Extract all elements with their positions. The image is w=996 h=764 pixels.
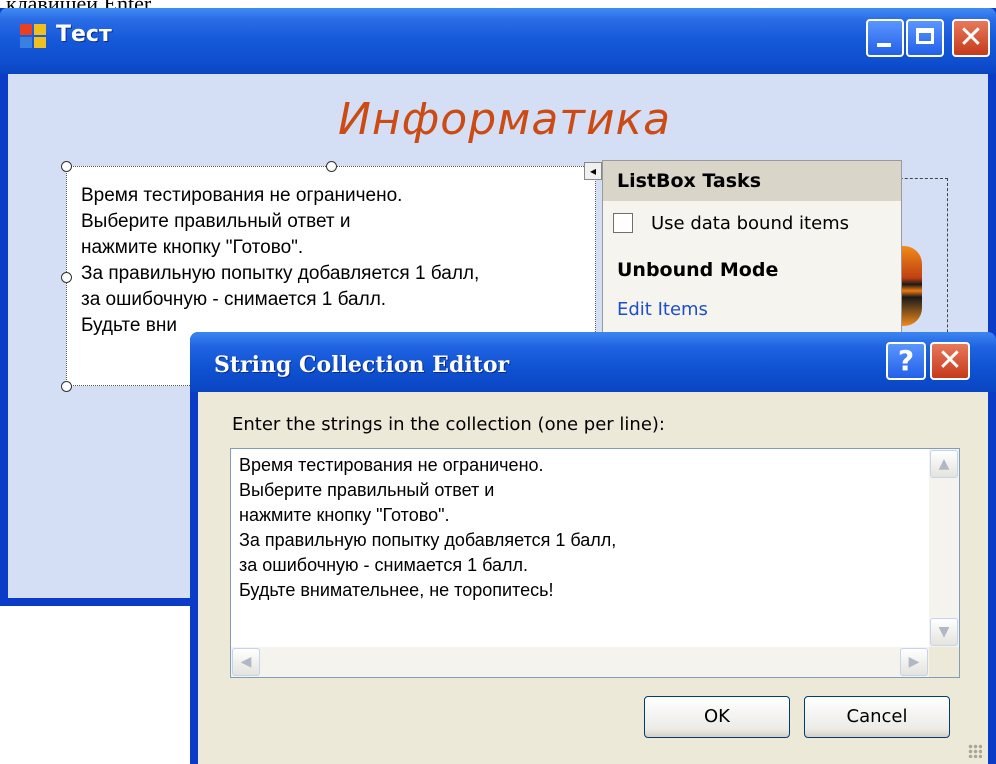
main-titlebar[interactable]: Тест ✕: [0, 8, 996, 74]
listbox-item[interactable]: Время тестирования не ограничено.: [81, 185, 402, 207]
resize-handle[interactable]: [61, 272, 72, 283]
window-title: Тест: [56, 22, 112, 47]
maximize-button[interactable]: [906, 19, 944, 57]
resize-grip-icon[interactable]: [968, 744, 982, 758]
tasks-header: ListBox Tasks: [603, 161, 901, 201]
scroll-up-icon[interactable]: ▲: [930, 450, 958, 478]
resize-handle[interactable]: [326, 161, 337, 172]
dialog-titlebar[interactable]: String Collection Editor ? ✕: [190, 332, 996, 392]
editor-line: Выберите правильный ответ и: [239, 480, 495, 500]
edit-items-link[interactable]: Edit Items: [617, 299, 708, 320]
form-heading: Информатика: [338, 94, 672, 145]
editor-line: нажмите кнопку "Готово".: [239, 505, 450, 525]
strings-textarea[interactable]: Время тестирования не ограничено. Выбери…: [230, 448, 960, 678]
listbox-item[interactable]: За правильную попытку добавляется 1 балл…: [81, 263, 479, 285]
dialog-body: Enter the strings in the collection (one…: [198, 392, 988, 764]
unbound-mode-title: Unbound Mode: [617, 259, 779, 281]
dialog-title: String Collection Editor: [214, 352, 510, 378]
close-icon: ✕: [958, 20, 984, 55]
vertical-scrollbar[interactable]: ▲ ▼: [929, 449, 959, 647]
help-button[interactable]: ?: [886, 342, 926, 380]
listbox-item[interactable]: Выберите правильный ответ и: [81, 211, 351, 233]
minimize-button[interactable]: [866, 19, 904, 57]
listbox-tasks-panel: ListBox Tasks Use data bound items Unbou…: [602, 160, 902, 355]
scrollbar-corner: [929, 647, 959, 677]
cancel-button[interactable]: Cancel: [804, 696, 950, 738]
string-collection-dialog: String Collection Editor ? ✕ Enter the s…: [190, 332, 996, 764]
horizontal-scrollbar[interactable]: ◀ ▶: [231, 647, 929, 677]
editor-line: за ошибочную - снимается 1 балл.: [239, 555, 529, 575]
smart-tag-glyph[interactable]: ◂: [584, 162, 602, 180]
maximize-icon: [916, 28, 934, 44]
close-button[interactable]: ✕: [952, 19, 990, 57]
listbox-item[interactable]: Будьте вни: [81, 315, 177, 337]
form-icon: [20, 24, 48, 50]
editor-line: Время тестирования не ограничено.: [239, 455, 544, 475]
listbox-item[interactable]: нажмите кнопку "Готово".: [81, 237, 303, 259]
resize-handle[interactable]: [61, 161, 72, 172]
data-bound-label[interactable]: Use data bound items: [651, 213, 849, 234]
minimize-icon: [877, 43, 891, 47]
ok-button[interactable]: OK: [644, 696, 790, 738]
dialog-close-button[interactable]: ✕: [930, 342, 970, 380]
editor-line: Будьте внимательнее, не торопитесь!: [239, 580, 554, 600]
listbox-item[interactable]: за ошибочную - снимается 1 балл.: [81, 289, 386, 311]
scroll-right-icon[interactable]: ▶: [900, 648, 928, 676]
scroll-left-icon[interactable]: ◀: [232, 648, 260, 676]
data-bound-checkbox[interactable]: [613, 213, 633, 233]
dialog-prompt: Enter the strings in the collection (one…: [232, 414, 665, 435]
editor-line: За правильную попытку добавляется 1 балл…: [239, 530, 617, 550]
resize-handle[interactable]: [61, 381, 72, 392]
scroll-down-icon[interactable]: ▼: [930, 618, 958, 646]
